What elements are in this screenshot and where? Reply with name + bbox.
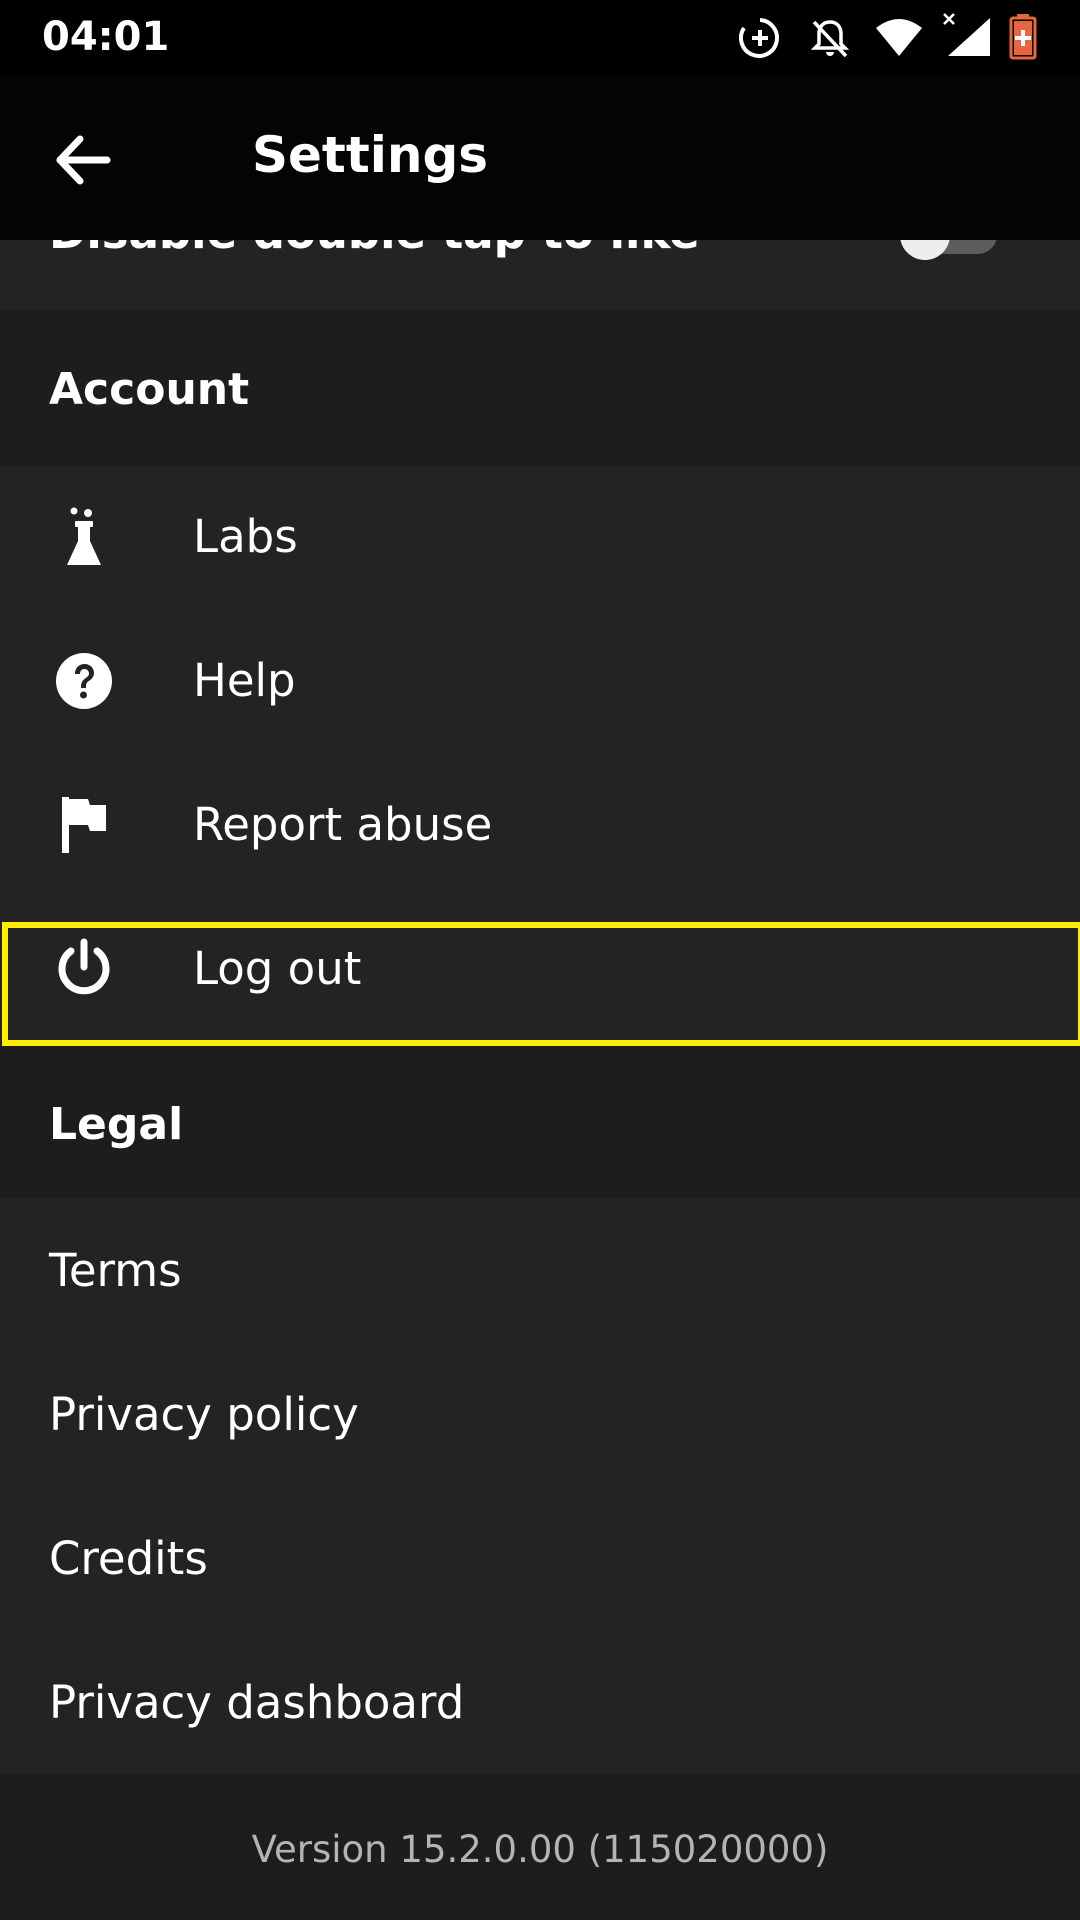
account-section-header: Account [0, 310, 1080, 465]
terms-label: Terms [49, 1244, 182, 1297]
legal-section-header: Legal [0, 1047, 1080, 1199]
version-text: Version 15.2.0.00 (115020000) [251, 1828, 829, 1871]
privacy-policy-label: Privacy policy [49, 1388, 359, 1441]
help-circle-icon [56, 653, 112, 709]
app-bar: Settings [0, 75, 1080, 240]
battery-charging-icon [1009, 14, 1037, 60]
signal-icon [943, 13, 990, 56]
log-out-highlight [2, 922, 1080, 1046]
wifi-icon [876, 19, 922, 56]
settings-content: Disable double tap to like Account Labs … [0, 0, 1080, 1920]
flask-icon [67, 507, 101, 565]
version-footer: Version 15.2.0.00 (115020000) [0, 1775, 1080, 1920]
privacy-policy-row[interactable]: Privacy policy [0, 1343, 1080, 1487]
help-row[interactable]: Help [0, 609, 1080, 753]
status-icons [0, 0, 1080, 75]
back-button[interactable] [30, 110, 140, 210]
page-title: Settings [252, 126, 489, 184]
status-bar: 04:01 [0, 0, 1080, 75]
flag-icon [62, 797, 106, 853]
terms-row[interactable]: Terms [0, 1199, 1080, 1343]
legal-header-label: Legal [49, 1099, 184, 1150]
notifications-off-icon [810, 20, 850, 58]
arrow-left-icon [56, 135, 111, 185]
privacy-dashboard-row[interactable]: Privacy dashboard [0, 1631, 1080, 1775]
account-header-label: Account [49, 364, 250, 415]
credits-label: Credits [49, 1532, 208, 1585]
data-saver-icon [738, 18, 779, 58]
privacy-dashboard-label: Privacy dashboard [49, 1676, 465, 1729]
report-abuse-row[interactable]: Report abuse [0, 753, 1080, 897]
report-abuse-label: Report abuse [193, 798, 493, 851]
labs-row[interactable]: Labs [0, 465, 1080, 609]
labs-label: Labs [193, 510, 298, 563]
credits-row[interactable]: Credits [0, 1487, 1080, 1631]
help-label: Help [193, 654, 296, 707]
